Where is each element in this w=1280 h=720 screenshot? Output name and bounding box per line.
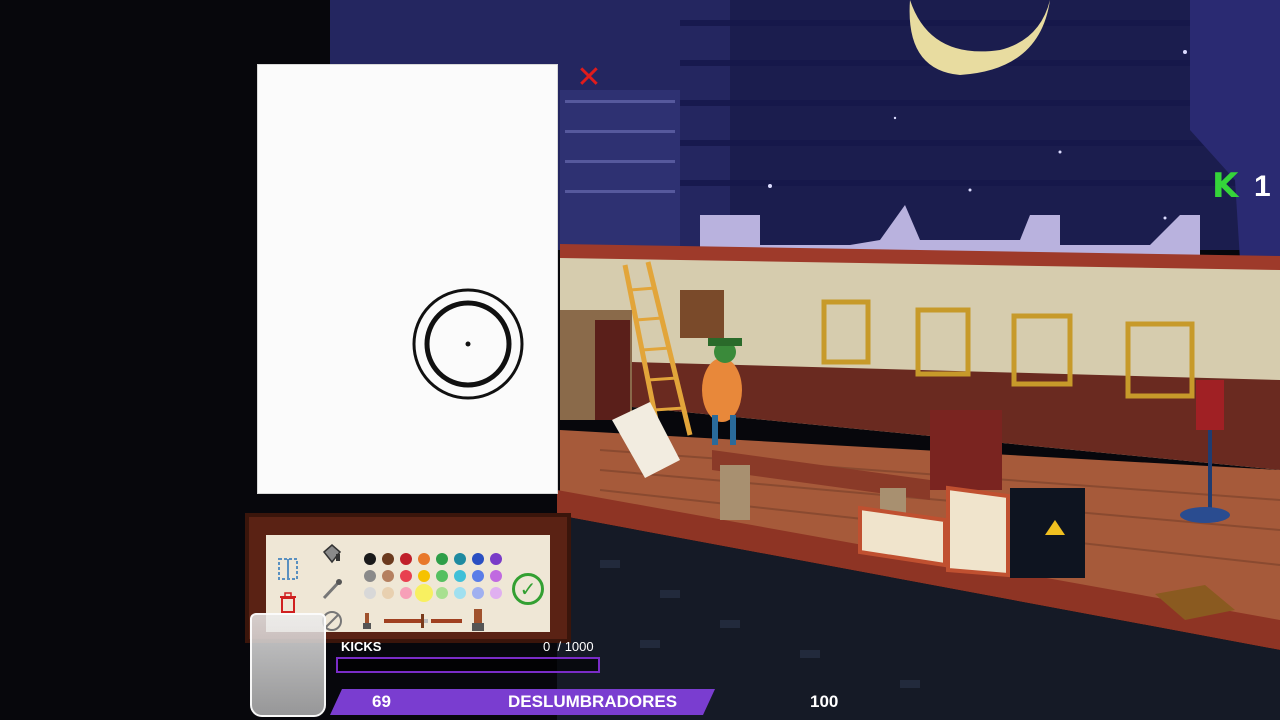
- color-swatch[interactable]: [382, 570, 394, 582]
- color-swatch[interactable]: [436, 587, 448, 599]
- rank-level: 69: [372, 692, 391, 711]
- k-count: 1: [1254, 170, 1271, 203]
- color-swatch[interactable]: [454, 553, 466, 565]
- game-scene: [330, 0, 1280, 720]
- color-swatch[interactable]: [364, 587, 376, 599]
- color-swatch[interactable]: [364, 570, 376, 582]
- color-swatch[interactable]: [436, 553, 448, 565]
- kicks-progress-bar: [336, 657, 600, 673]
- canvas-drawing: [412, 288, 524, 400]
- kicks-current: 0: [543, 639, 551, 654]
- color-swatch[interactable]: [382, 587, 394, 599]
- color-swatch[interactable]: [490, 553, 502, 565]
- glass-cup: [250, 613, 326, 717]
- rank-next-level: 100: [810, 692, 839, 711]
- color-swatch[interactable]: [472, 553, 484, 565]
- brush-size-small-icon: [360, 612, 374, 630]
- color-swatch[interactable]: [490, 570, 502, 582]
- drawing-canvas[interactable]: [258, 65, 557, 493]
- color-swatch[interactable]: [400, 587, 412, 599]
- color-swatch[interactable]: [418, 587, 430, 599]
- checkmark-icon[interactable]: ✓: [512, 573, 544, 605]
- kicks-value: 0 / 1000: [543, 639, 594, 654]
- select-area-icon[interactable]: [276, 556, 300, 582]
- color-swatch[interactable]: [436, 570, 448, 582]
- brush-size-handle[interactable]: [421, 614, 424, 628]
- color-swatch[interactable]: [490, 587, 502, 599]
- rank-name: DESLUMBRADORES: [508, 692, 678, 711]
- trash-icon[interactable]: [278, 592, 298, 614]
- color-swatch[interactable]: [472, 570, 484, 582]
- close-icon[interactable]: ✕: [575, 63, 603, 93]
- kicks-max: / 1000: [557, 639, 594, 654]
- k-logo-icon: K: [1212, 166, 1239, 206]
- kicks-label: KICKS: [341, 639, 382, 654]
- color-swatch[interactable]: [472, 587, 484, 599]
- color-swatch[interactable]: [454, 587, 466, 599]
- bucket-icon[interactable]: [320, 542, 344, 566]
- brush-size-large-icon: [470, 608, 486, 632]
- color-swatch[interactable]: [364, 553, 376, 565]
- color-swatch[interactable]: [400, 553, 412, 565]
- brush-icon[interactable]: [320, 578, 344, 602]
- color-swatch[interactable]: [418, 570, 430, 582]
- color-swatch[interactable]: [400, 570, 412, 582]
- color-swatch[interactable]: [418, 553, 430, 565]
- color-swatch[interactable]: [454, 570, 466, 582]
- color-swatch[interactable]: [382, 553, 394, 565]
